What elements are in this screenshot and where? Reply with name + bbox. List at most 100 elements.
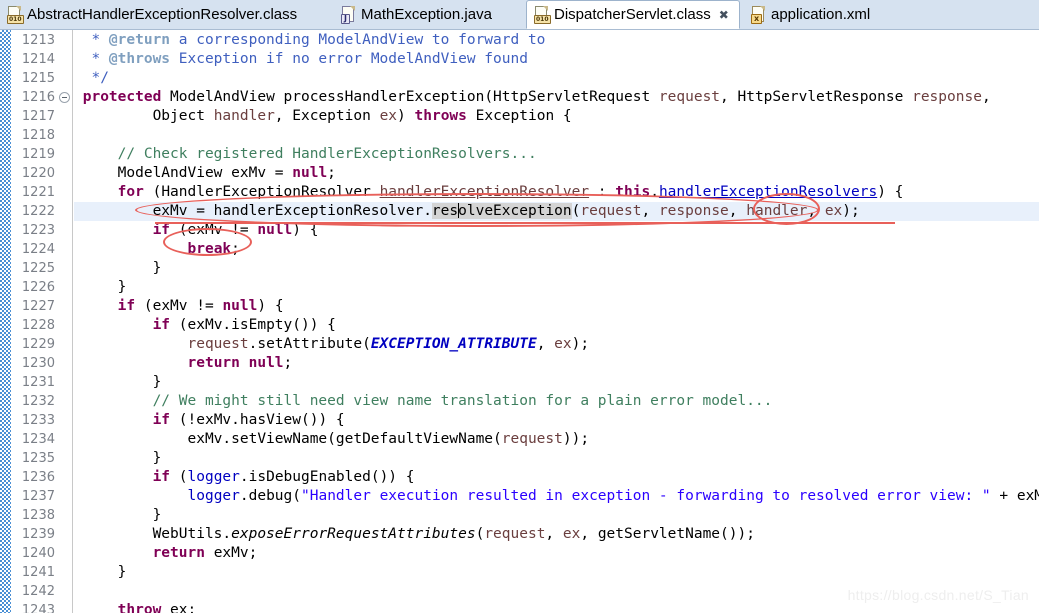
code-text: .: [650, 184, 659, 200]
code-text: .setAttribute(: [248, 336, 371, 352]
code-text: ): [397, 108, 415, 124]
code-line[interactable]: logger.debug("Handler execution resulted…: [74, 487, 1039, 506]
java-file-icon: J: [341, 6, 356, 24]
code-line[interactable]: throw ex;: [74, 601, 197, 613]
code-line[interactable]: [74, 582, 83, 601]
field-reference: handlerExceptionResolvers: [658, 184, 878, 200]
code-line[interactable]: if (exMv.isEmpty()) {: [74, 316, 336, 335]
keyword: if: [152, 469, 171, 485]
code-text: ) {: [257, 298, 284, 314]
code-line[interactable]: break;: [74, 240, 240, 259]
code-line[interactable]: * @return a corresponding ModelAndView t…: [74, 31, 545, 50]
code-line[interactable]: if (exMv != null) {: [74, 297, 284, 316]
static-field: EXCEPTION_ATTRIBUTE: [370, 336, 537, 352]
code-text: + exMv,: [999, 488, 1039, 504]
line-number: 1222: [21, 204, 55, 219]
change-indicator-bar: [0, 30, 11, 613]
comment: // We might still need view name transla…: [74, 393, 773, 409]
code-text: ) {: [877, 184, 904, 200]
code-editor[interactable]: 1213 1214 1215 1216 1217 1218 1219 1220 …: [0, 30, 1039, 613]
line-number: 1240: [21, 546, 55, 561]
javadoc-text: */: [74, 70, 109, 86]
line-number: 1213: [21, 33, 55, 48]
local-variable: handlerExceptionResolver: [379, 184, 590, 200]
code-line[interactable]: exMv.setViewName(getDefaultViewName(requ…: [74, 430, 589, 449]
javadoc-text: *: [74, 51, 109, 67]
javadoc-text: a corresponding ModelAndView to forward …: [170, 32, 546, 48]
code-text: (exMv.isEmpty()) {: [170, 317, 336, 333]
editor-tab-bar: 010 AbstractHandlerExceptionResolver.cla…: [0, 0, 1039, 30]
code-line[interactable]: request.setAttribute(EXCEPTION_ATTRIBUTE…: [74, 335, 589, 354]
code-line[interactable]: return exMv;: [74, 544, 258, 563]
line-number: 1242: [21, 584, 55, 599]
tab-dispatcherservlet-class[interactable]: 010 DispatcherServlet.class ✖: [526, 0, 740, 29]
code-text: , Exception: [274, 108, 380, 124]
code-text-area[interactable]: * @return a corresponding ModelAndView t…: [74, 30, 1039, 613]
code-line[interactable]: * @throws Exception if no error ModelAnd…: [74, 50, 528, 69]
code-text: }: [74, 374, 162, 390]
keyword: if: [152, 222, 171, 238]
tab-label: MathException.java: [361, 6, 492, 23]
code-text: :: [589, 184, 616, 200]
code-line[interactable]: protected ModelAndView processHandlerExc…: [74, 88, 991, 107]
line-number: 1232: [21, 394, 55, 409]
code-line[interactable]: [74, 126, 83, 145]
comment: // Check registered HandlerExceptionReso…: [74, 146, 537, 162]
line-number: 1243: [21, 603, 55, 613]
code-line[interactable]: }: [74, 506, 162, 525]
watermark: https://blog.csdn.net/S_Tian: [847, 587, 1029, 603]
code-text: .isDebugEnabled()) {: [239, 469, 415, 485]
code-text: ;: [283, 355, 293, 371]
tab-abstracthandlerexceptionresolver-class[interactable]: 010 AbstractHandlerExceptionResolver.cla…: [0, 0, 334, 29]
code-line[interactable]: ModelAndView exMv = null;: [74, 164, 336, 183]
code-text: ModelAndView exMv =: [74, 165, 293, 181]
code-text: exMv;: [204, 545, 258, 561]
code-line[interactable]: }: [74, 259, 162, 278]
code-text: }: [74, 450, 162, 466]
line-number: 1234: [21, 432, 55, 447]
parameter: request: [580, 203, 642, 219]
parameter: ex: [562, 526, 581, 542]
code-line[interactable]: }: [74, 278, 127, 297]
line-number: 1214: [21, 52, 55, 67]
code-text: ));: [562, 431, 590, 447]
code-line[interactable]: if (!exMv.hasView()) {: [74, 411, 345, 430]
line-number: 1238: [21, 508, 55, 523]
code-line[interactable]: if (logger.isDebugEnabled()) {: [74, 468, 415, 487]
parameter: handler: [746, 203, 808, 219]
keyword: if: [152, 412, 171, 428]
code-line[interactable]: */: [74, 69, 109, 88]
code-line-current[interactable]: exMv = handlerExceptionResolver.resolveE…: [74, 202, 860, 221]
tab-mathexception-java[interactable]: J MathException.java: [334, 0, 520, 29]
parameter: request: [501, 431, 563, 447]
fold-collapse-icon[interactable]: [59, 92, 70, 103]
line-number-gutter[interactable]: 1213 1214 1215 1216 1217 1218 1219 1220 …: [11, 30, 73, 613]
code-text: }: [74, 279, 127, 295]
line-number: 1216: [21, 90, 55, 105]
keyword: if: [152, 317, 171, 333]
code-line[interactable]: if (exMv != null) {: [74, 221, 319, 240]
code-line[interactable]: Object handler, Exception ex) throws Exc…: [74, 107, 572, 126]
code-line[interactable]: }: [74, 373, 162, 392]
keyword: throw: [117, 602, 162, 613]
keyword: return null: [187, 355, 284, 371]
code-line[interactable]: // We might still need view name transla…: [74, 392, 773, 411]
code-line[interactable]: }: [74, 449, 162, 468]
line-number: 1241: [21, 565, 55, 580]
code-line[interactable]: }: [74, 563, 127, 582]
code-line[interactable]: return null;: [74, 354, 293, 373]
close-icon[interactable]: ✖: [719, 9, 729, 21]
code-line[interactable]: WebUtils.exposeErrorRequestAttributes(re…: [74, 525, 755, 544]
code-line[interactable]: for (HandlerExceptionResolver handlerExc…: [74, 183, 904, 202]
code-line[interactable]: // Check registered HandlerExceptionReso…: [74, 145, 537, 164]
line-number: 1221: [21, 185, 55, 200]
code-text: (: [475, 526, 485, 542]
code-text: .debug(: [239, 488, 301, 504]
tab-application-xml[interactable]: x application.xml: [744, 0, 894, 29]
